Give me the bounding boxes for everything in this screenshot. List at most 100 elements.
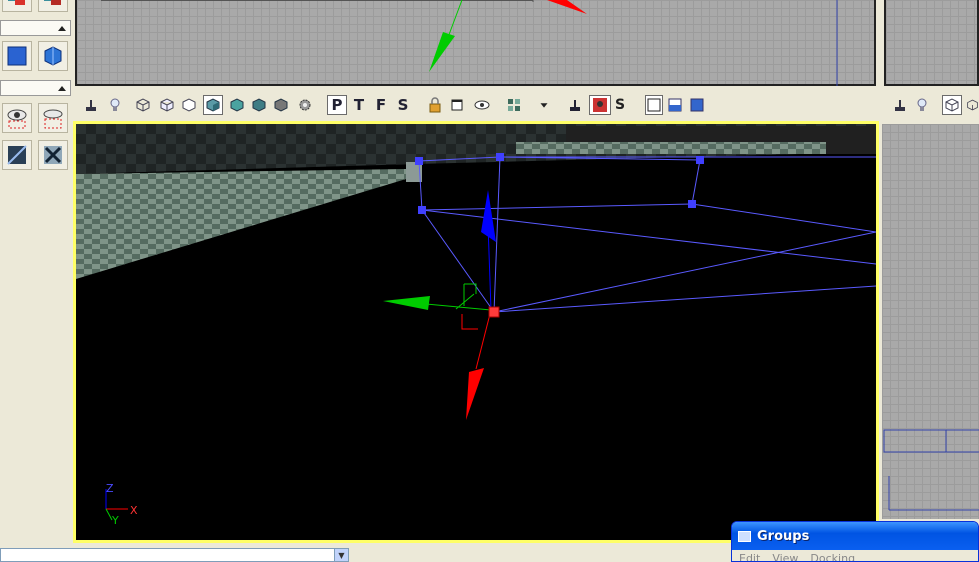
menu-edit[interactable]: Edit — [739, 552, 760, 561]
brush-subtract-icon — [44, 0, 61, 5]
toolbar-section-collapse-2[interactable] — [0, 80, 71, 96]
right-lighting-button[interactable] — [914, 94, 930, 116]
lock-icon — [429, 97, 441, 113]
wireframe-cube-icon-2 — [945, 98, 959, 112]
left-toolbar — [0, 0, 73, 562]
game-view-button[interactable] — [567, 94, 583, 116]
gear-icon — [299, 99, 311, 111]
brush-wire-cube-icon — [160, 98, 174, 112]
groups-title: Groups — [757, 528, 810, 544]
layout-full-icon — [690, 98, 704, 112]
level-streaming-button[interactable] — [505, 94, 523, 116]
invert-selection-button[interactable] — [2, 140, 32, 170]
volume-button[interactable] — [38, 41, 68, 71]
top-viewport-gizmo — [101, 0, 838, 86]
eye-hide-icon — [43, 109, 63, 129]
pivot-point[interactable] — [488, 306, 500, 318]
groups-menu-bar: Edit View Docking — [732, 550, 978, 561]
realtime-preview-button[interactable] — [589, 95, 611, 115]
layout-full-button[interactable] — [689, 94, 705, 116]
lightbulb-icon-2 — [917, 98, 927, 111]
perspective-scene — [76, 124, 876, 521]
y-axis-arrow[interactable] — [383, 296, 430, 310]
select-mode-button[interactable] — [2, 41, 32, 71]
options-dropdown-button[interactable] — [537, 94, 551, 116]
view-button-perspective[interactable]: P — [327, 95, 347, 115]
vertex[interactable] — [415, 157, 423, 165]
z-axis-arrow[interactable] — [481, 190, 496, 242]
axis-label-x: X — [130, 504, 138, 517]
chevron-down-icon[interactable]: ▼ — [334, 549, 348, 561]
layout-single-button[interactable] — [645, 95, 663, 115]
groups-window[interactable]: Groups Edit View Docking — [731, 521, 979, 562]
toolbar-section-collapse[interactable] — [0, 20, 71, 36]
delete-x-icon — [44, 146, 62, 164]
right-viewport-lines — [883, 429, 979, 511]
vertex[interactable] — [496, 153, 504, 161]
delete-button[interactable] — [38, 140, 68, 170]
vertex[interactable] — [688, 200, 696, 208]
right-realtime-button[interactable] — [892, 94, 908, 116]
eye-icon — [474, 100, 490, 110]
menu-view[interactable]: View — [772, 552, 798, 561]
show-flags-button[interactable] — [473, 94, 491, 116]
x-axis-arrow[interactable] — [547, 0, 587, 14]
right-brush-wireframe-button[interactable] — [966, 94, 979, 116]
select-box-icon — [7, 46, 27, 66]
right-wireframe-button[interactable] — [942, 95, 962, 115]
layout-split-button[interactable] — [667, 94, 683, 116]
vertex[interactable] — [418, 206, 426, 214]
view-button-top[interactable]: T — [349, 94, 369, 116]
lighting-only-cube-icon — [252, 98, 266, 112]
view-button-front[interactable]: F — [371, 94, 391, 116]
light-complexity-cube-icon — [274, 98, 288, 112]
extra-toggle-label[interactable]: S — [613, 94, 627, 116]
lighting-button[interactable] — [107, 94, 123, 116]
checkered-floor — [76, 169, 406, 279]
joystick-icon-3 — [895, 100, 905, 111]
maximize-viewport-button[interactable] — [449, 94, 465, 116]
groups-title-bar[interactable]: Groups — [732, 522, 978, 550]
texture-density-button[interactable] — [297, 94, 313, 116]
brush-wire-cube-icon-2 — [967, 99, 978, 111]
detail-cube-icon — [230, 98, 244, 112]
light-complexity-button[interactable] — [273, 94, 289, 116]
translate-gizmo[interactable] — [383, 190, 500, 420]
distant-checker-strip — [516, 142, 826, 154]
hide-selected-button[interactable] — [38, 103, 68, 133]
vertex[interactable] — [696, 156, 704, 164]
top-orthographic-viewport[interactable] — [75, 0, 876, 86]
show-selected-button[interactable] — [2, 103, 32, 133]
y-axis-arrow[interactable] — [429, 32, 455, 72]
brush-subtract-button[interactable] — [38, 0, 68, 12]
window-icon — [738, 530, 751, 542]
lit-mode-button[interactable] — [203, 95, 223, 115]
unlit-mode-button[interactable] — [181, 94, 197, 116]
perspective-viewport-toolbar: P T F S S — [75, 94, 878, 118]
layout-split-icon — [668, 98, 682, 112]
bottom-combo-box[interactable]: ▼ — [0, 548, 349, 562]
window-icon — [451, 99, 463, 111]
top-right-viewport[interactable] — [884, 0, 979, 86]
actor-preview-icon — [593, 98, 607, 112]
invert-selection-icon — [7, 145, 27, 165]
right-viewport-toolbar — [884, 94, 979, 118]
brush-wireframe-button[interactable] — [159, 94, 175, 116]
x-axis-arrow[interactable] — [466, 368, 484, 420]
chevron-down-icon — [540, 103, 548, 108]
joystick-icon — [86, 100, 96, 111]
lighting-only-button[interactable] — [251, 94, 267, 116]
joystick-icon-2 — [570, 100, 580, 111]
grid-level-icon — [508, 99, 520, 111]
axis-label-y: Y — [112, 514, 119, 527]
brush-add-button[interactable] — [2, 0, 32, 12]
lock-viewport-button[interactable] — [427, 94, 443, 116]
perspective-viewport[interactable]: Z X Y — [73, 121, 879, 543]
view-button-side[interactable]: S — [393, 94, 413, 116]
realtime-button[interactable] — [83, 94, 99, 116]
wireframe-mode-button[interactable] — [135, 94, 151, 116]
right-orthographic-viewport[interactable] — [882, 124, 979, 519]
detail-lighting-button[interactable] — [229, 94, 245, 116]
menu-docking[interactable]: Docking — [810, 552, 855, 561]
cube-volume-icon — [44, 46, 62, 66]
